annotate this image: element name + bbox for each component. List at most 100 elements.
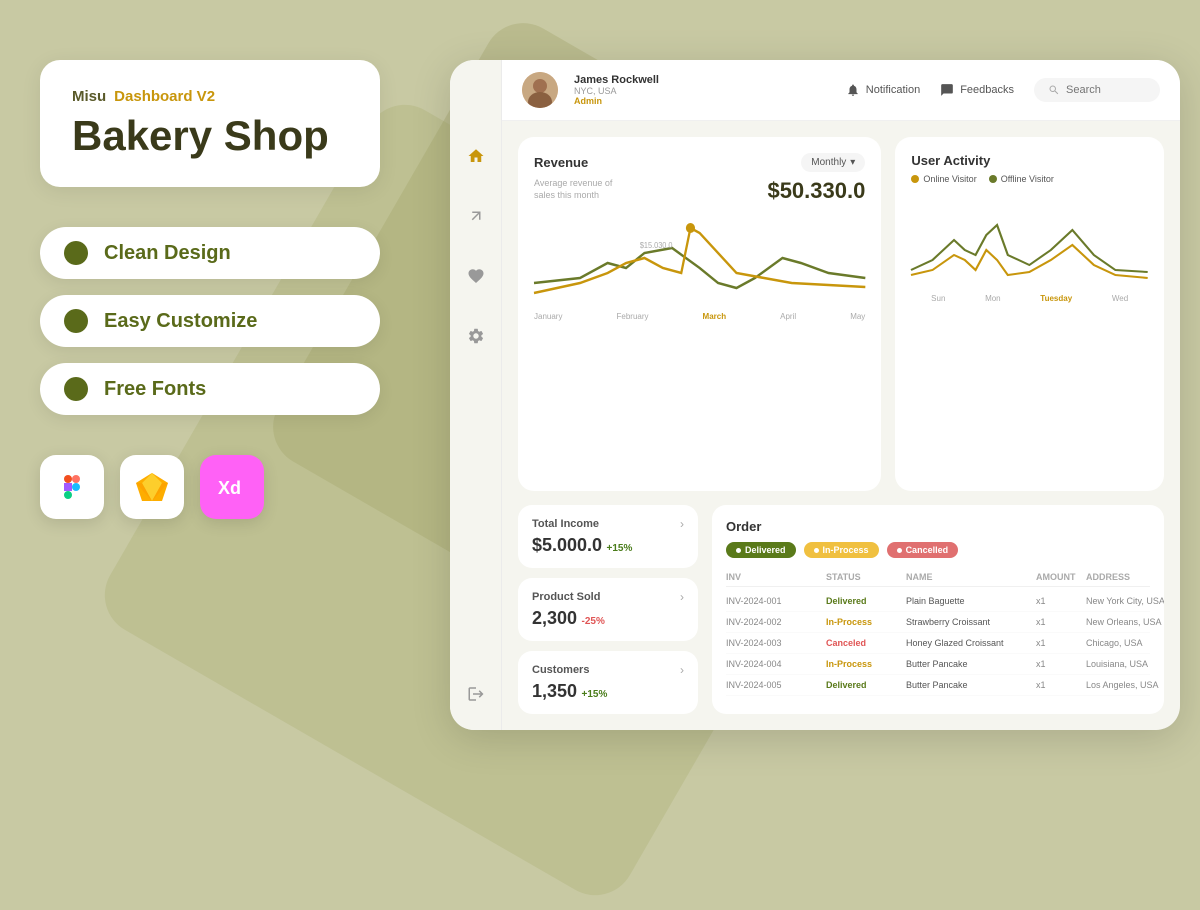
feature-free-fonts: Free Fonts bbox=[40, 363, 380, 415]
row-inv: INV-2024-005 bbox=[726, 680, 826, 690]
total-income-value: $5.000.0 +15% bbox=[532, 535, 684, 556]
left-stats: Total Income › $5.000.0 +15% Product Sol… bbox=[518, 505, 698, 714]
customers-arrow[interactable]: › bbox=[680, 663, 684, 677]
activity-title: User Activity bbox=[911, 153, 990, 168]
brand-name: Misu bbox=[72, 88, 106, 105]
table-row: INV-2024-001 Delivered Plain Baguette x1… bbox=[726, 591, 1150, 612]
feedbacks-button[interactable]: Feedbacks bbox=[940, 83, 1014, 97]
total-income-header: Total Income › bbox=[532, 517, 684, 531]
badge-cancelled-label: Cancelled bbox=[906, 545, 949, 555]
total-income-card: Total Income › $5.000.0 +15% bbox=[518, 505, 698, 568]
search-input[interactable] bbox=[1066, 84, 1146, 96]
period-label: Monthly bbox=[811, 157, 846, 168]
row-inv: INV-2024-004 bbox=[726, 659, 826, 669]
dashboard-body: Revenue Monthly ▾ Average revenue of sal… bbox=[502, 121, 1180, 730]
row-status: Delivered bbox=[826, 680, 906, 690]
chevron-down-icon: ▾ bbox=[850, 157, 855, 168]
sidebar-favorites-icon[interactable] bbox=[460, 260, 492, 292]
title-top: Misu Dashboard V2 bbox=[72, 88, 348, 105]
sidebar-home-icon[interactable] bbox=[460, 140, 492, 172]
feedbacks-label: Feedbacks bbox=[960, 84, 1014, 96]
col-address: Address bbox=[1086, 572, 1164, 582]
chart-label-sun: Sun bbox=[931, 294, 945, 303]
badge-inprocess-label: In-Process bbox=[823, 545, 869, 555]
user-avatar bbox=[522, 72, 558, 108]
orders-table-header: Inv Status Name Amount Address bbox=[726, 568, 1150, 587]
badge-dot-delivered bbox=[736, 548, 741, 553]
feature-easy-customize: Easy Customize bbox=[40, 295, 380, 347]
row-status: In-Process bbox=[826, 617, 906, 627]
chart-label-mon: Mon bbox=[985, 294, 1001, 303]
figma-icon-box bbox=[40, 455, 104, 519]
activity-chart-labels: Sun Mon Tuesday Wed bbox=[911, 294, 1148, 303]
customers-title: Customers bbox=[532, 664, 589, 676]
chart-label-mar: March bbox=[703, 312, 727, 321]
row-amount: x1 bbox=[1036, 617, 1086, 627]
total-income-amount: $5.000.0 bbox=[532, 535, 602, 555]
dashboard-version: Dashboard V2 bbox=[114, 88, 215, 105]
feature-clean-design: Clean Design bbox=[40, 227, 380, 279]
dashboard-sidebar bbox=[450, 60, 502, 730]
row-status: In-Process bbox=[826, 659, 906, 669]
total-income-title: Total Income bbox=[532, 518, 599, 530]
col-name: Name bbox=[906, 572, 1036, 582]
badge-dot-inprocess bbox=[814, 548, 819, 553]
row-name: Butter Pancake bbox=[906, 659, 1036, 669]
row-status: Delivered bbox=[826, 596, 906, 606]
product-sold-arrow[interactable]: › bbox=[680, 590, 684, 604]
chart-label-jan: January bbox=[534, 312, 562, 321]
row-address: New York City, USA bbox=[1086, 596, 1164, 606]
orders-title: Order bbox=[726, 519, 1150, 534]
chart-label-feb: February bbox=[617, 312, 649, 321]
product-sold-amount: 2,300 bbox=[532, 608, 577, 628]
dashboard-panel: James Rockwell NYC, USA Admin Notificati… bbox=[450, 60, 1180, 730]
row-address: Louisiana, USA bbox=[1086, 659, 1164, 669]
row-amount: x1 bbox=[1036, 659, 1086, 669]
total-income-arrow[interactable]: › bbox=[680, 517, 684, 531]
legend-dot-offline bbox=[989, 175, 997, 183]
feature-label-free-fonts: Free Fonts bbox=[104, 378, 206, 401]
product-sold-title: Product Sold bbox=[532, 591, 600, 603]
search-box[interactable] bbox=[1034, 78, 1160, 102]
sidebar-logout-icon[interactable] bbox=[460, 678, 492, 710]
sidebar-settings-icon[interactable] bbox=[460, 320, 492, 352]
table-row: INV-2024-003 Canceled Honey Glazed Crois… bbox=[726, 633, 1150, 654]
legend-online: Online Visitor bbox=[911, 174, 976, 184]
left-panel: Misu Dashboard V2 Bakery Shop Clean Desi… bbox=[40, 60, 380, 519]
customers-amount: 1,350 bbox=[532, 681, 577, 701]
user-name: James Rockwell bbox=[574, 74, 659, 86]
row-inv: INV-2024-001 bbox=[726, 596, 826, 606]
bottom-row: Total Income › $5.000.0 +15% Product Sol… bbox=[518, 505, 1164, 714]
revenue-card: Revenue Monthly ▾ Average revenue of sal… bbox=[518, 137, 881, 491]
svg-text:Xd: Xd bbox=[218, 478, 241, 498]
legend-label-online: Online Visitor bbox=[923, 174, 976, 184]
orders-table: Inv Status Name Amount Address INV-2024-… bbox=[726, 568, 1150, 696]
figma-icon bbox=[56, 471, 88, 503]
notification-button[interactable]: Notification bbox=[846, 83, 920, 97]
sidebar-tools-icon[interactable] bbox=[460, 200, 492, 232]
feature-label-easy-customize: Easy Customize bbox=[104, 310, 257, 333]
period-button[interactable]: Monthly ▾ bbox=[801, 153, 865, 172]
row-inv: INV-2024-003 bbox=[726, 638, 826, 648]
customers-value: 1,350 +15% bbox=[532, 681, 684, 702]
badge-dot-cancelled bbox=[897, 548, 902, 553]
xd-icon-box: Xd bbox=[200, 455, 264, 519]
status-badges: Delivered In-Process Cancelled bbox=[726, 542, 1150, 558]
feature-label-clean-design: Clean Design bbox=[104, 242, 231, 265]
orders-rows: INV-2024-001 Delivered Plain Baguette x1… bbox=[726, 591, 1150, 696]
activity-chart: Sun Mon Tuesday Wed bbox=[911, 200, 1148, 475]
title-card: Misu Dashboard V2 Bakery Shop bbox=[40, 60, 380, 187]
row-amount: x1 bbox=[1036, 596, 1086, 606]
customers-header: Customers › bbox=[532, 663, 684, 677]
row-address: Chicago, USA bbox=[1086, 638, 1164, 648]
feature-list: Clean Design Easy Customize Free Fonts bbox=[40, 227, 380, 415]
row-name: Butter Pancake bbox=[906, 680, 1036, 690]
col-amount: Amount bbox=[1036, 572, 1086, 582]
badge-inprocess: In-Process bbox=[804, 542, 879, 558]
user-info: James Rockwell NYC, USA Admin bbox=[574, 74, 659, 106]
customers-card: Customers › 1,350 +15% bbox=[518, 651, 698, 714]
activity-card: User Activity Online Visitor Offline Vis… bbox=[895, 137, 1164, 491]
page-title: Bakery Shop bbox=[72, 113, 348, 159]
dashboard-header: James Rockwell NYC, USA Admin Notificati… bbox=[502, 60, 1180, 121]
chart-label-wed: Wed bbox=[1112, 294, 1128, 303]
